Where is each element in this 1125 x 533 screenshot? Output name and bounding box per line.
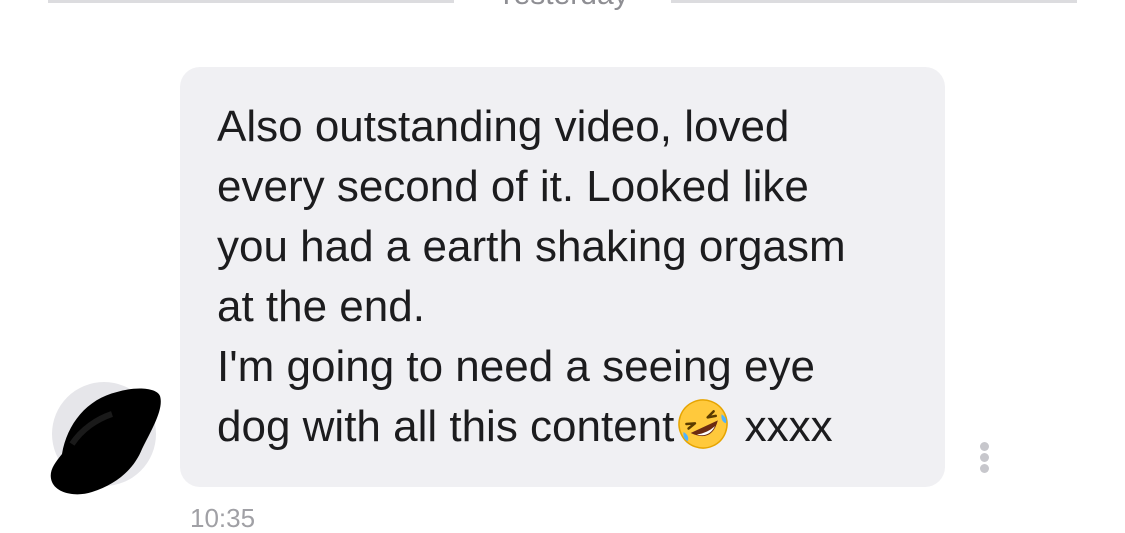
- more-vertical-icon: [980, 442, 989, 451]
- date-separator: Yesterday: [454, 0, 671, 12]
- date-divider-right: [671, 0, 1077, 3]
- message-line: at the end.: [217, 282, 425, 331]
- avatar[interactable]: [50, 382, 161, 495]
- avatar-redaction: [50, 388, 161, 495]
- rolling-on-the-floor-laughing-emoji-icon: [678, 399, 729, 449]
- message-line: every second of it. Looked like: [217, 162, 809, 211]
- message-text: dog with all this content: [217, 402, 675, 451]
- message-line: Also outstanding video, loved: [217, 102, 790, 151]
- date-divider-left: [48, 0, 454, 3]
- message-line: I'm going to need a seeing eye: [217, 342, 815, 391]
- message-line-last: dog with all this content xxxx: [217, 397, 925, 457]
- more-vertical-icon: [980, 453, 989, 462]
- more-options-button[interactable]: [970, 438, 1000, 476]
- message-timestamp: 10:35: [190, 503, 256, 533]
- message-line: you had a earth shaking orgasm: [217, 222, 846, 271]
- message-text: xxxx: [732, 402, 833, 451]
- message-bubble[interactable]: Also outstanding video, loved every seco…: [180, 67, 945, 487]
- more-vertical-icon: [980, 464, 989, 473]
